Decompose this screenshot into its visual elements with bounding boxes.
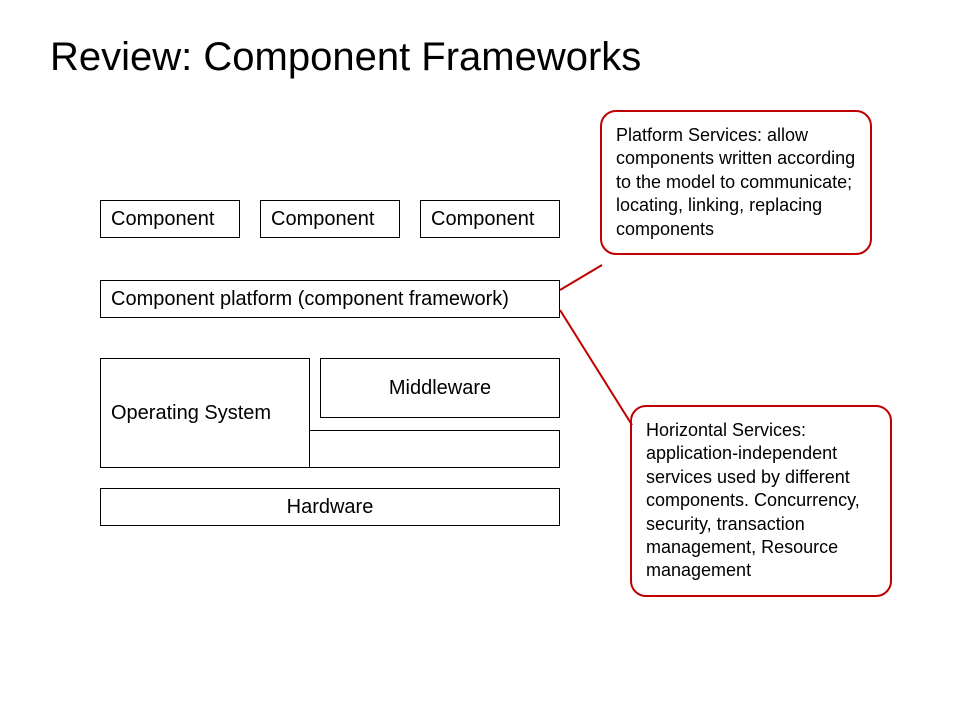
box-component-3: Component: [420, 200, 560, 238]
box-component-platform: Component platform (component framework): [100, 280, 560, 318]
callout-horizontal-services: Horizontal Services: application-indepen…: [630, 405, 892, 597]
box-middleware: Middleware: [320, 358, 560, 418]
box-hardware: Hardware: [100, 488, 560, 526]
box-component-1: Component: [100, 200, 240, 238]
slide-title: Review: Component Frameworks: [50, 35, 641, 80]
box-component-2: Component: [260, 200, 400, 238]
callout-platform-services: Platform Services: allow components writ…: [600, 110, 872, 255]
box-operating-system: Operating System: [100, 358, 310, 468]
